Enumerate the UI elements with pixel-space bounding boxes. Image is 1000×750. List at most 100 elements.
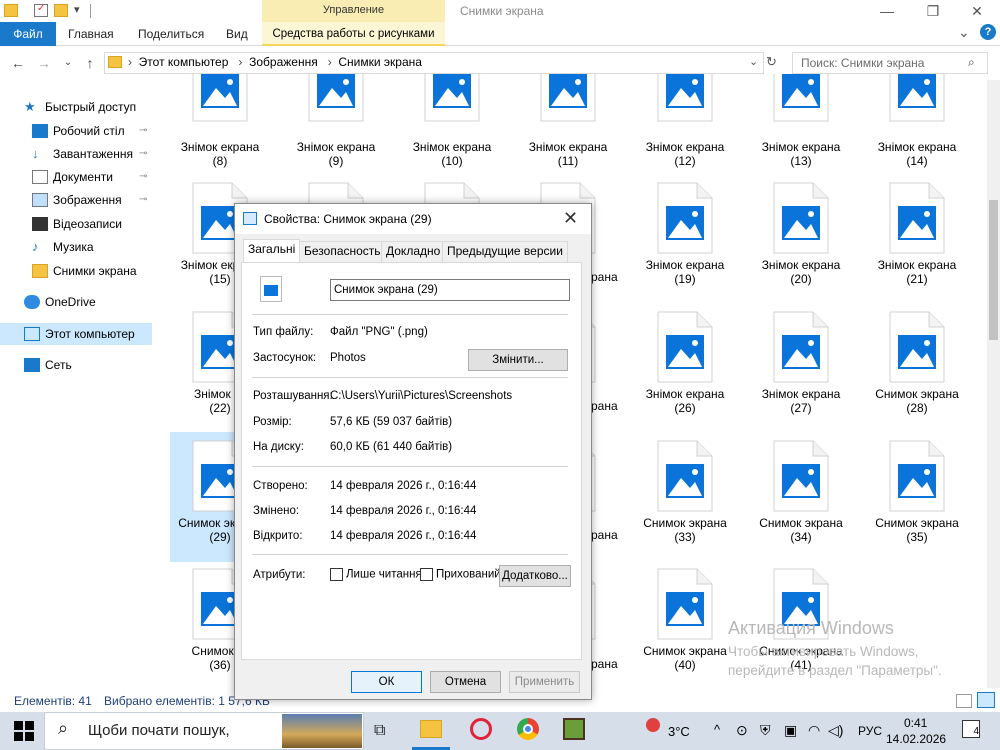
wifi-icon[interactable]: ◠ bbox=[808, 722, 820, 739]
tab-home[interactable]: Главная bbox=[68, 22, 114, 46]
pin-icon[interactable]: ⊸ bbox=[139, 148, 147, 159]
language-indicator[interactable]: РУС bbox=[858, 724, 882, 738]
nav-item-4[interactable]: Документи bbox=[32, 166, 113, 188]
address-dropdown-icon[interactable]: ⌄ bbox=[749, 55, 758, 68]
back-arrow-icon[interactable]: ← bbox=[8, 53, 28, 73]
close-button[interactable]: ✕ bbox=[954, 0, 1000, 22]
maximize-button[interactable]: ❐ bbox=[910, 0, 956, 22]
weather-alert-icon[interactable] bbox=[646, 718, 660, 732]
nav-item-9[interactable]: OneDrive bbox=[24, 291, 96, 313]
tab-picture-tools[interactable]: Средства работы с рисунками bbox=[262, 22, 445, 46]
nav-item-label: Документи bbox=[53, 170, 113, 184]
minecraft-icon[interactable] bbox=[563, 718, 585, 740]
properties-icon[interactable]: ✓ bbox=[34, 3, 48, 17]
file-tile[interactable]: Знімок екрана (27) bbox=[751, 311, 851, 439]
pin-icon[interactable]: ⊸ bbox=[139, 194, 147, 205]
file-tile[interactable]: Снимок экрана (34) bbox=[751, 440, 851, 568]
large-icons-view-icon[interactable] bbox=[977, 692, 995, 708]
hidden-checkbox[interactable]: Прихований bbox=[420, 568, 501, 581]
nav-item-6[interactable]: Відеозаписи bbox=[32, 213, 122, 235]
manage-contextual-tab[interactable]: Управление bbox=[262, 0, 445, 22]
qat-dropdown-icon[interactable]: ▾ bbox=[74, 3, 80, 16]
breadcrumb-screenshots[interactable]: Снимки экрана bbox=[338, 55, 422, 69]
file-tile[interactable]: Знімок екрана (20) bbox=[751, 182, 851, 310]
windows-start-icon[interactable] bbox=[14, 721, 34, 741]
nav-item-3[interactable]: ↓ Завантаження bbox=[32, 143, 133, 165]
file-tile[interactable]: Снимок экрана (33) bbox=[635, 440, 735, 568]
image-file-icon bbox=[889, 74, 945, 122]
cancel-button[interactable]: Отмена bbox=[430, 671, 501, 693]
nav-item-5[interactable]: Зображення bbox=[32, 189, 122, 211]
vertical-scrollbar[interactable] bbox=[987, 80, 1000, 688]
tab-previous-versions[interactable]: Предыдущие версии bbox=[442, 241, 568, 262]
forward-arrow-icon[interactable]: → bbox=[34, 53, 54, 73]
breadcrumb[interactable]: › Этот компьютер › Зображення › Снимки э… bbox=[128, 55, 422, 69]
pin-icon[interactable]: ⊸ bbox=[139, 125, 147, 136]
weather-temperature[interactable]: 3°C bbox=[668, 724, 690, 739]
scrollbar-thumb[interactable] bbox=[989, 200, 998, 340]
breadcrumb-pictures[interactable]: Зображення bbox=[249, 55, 318, 69]
dialog-close-button[interactable]: ✕ bbox=[563, 208, 578, 229]
checkbox-box[interactable] bbox=[330, 568, 343, 581]
recent-locations-icon[interactable]: ⌄ bbox=[58, 53, 78, 73]
tab-details[interactable]: Докладно bbox=[381, 241, 446, 262]
tray-expand-icon[interactable]: ^ bbox=[714, 722, 720, 737]
task-view-icon[interactable]: ⧉ bbox=[374, 722, 385, 740]
chrome-icon[interactable] bbox=[517, 718, 539, 740]
clock-date[interactable]: 14.02.2026 bbox=[886, 732, 946, 746]
breadcrumb-this-pc[interactable]: Этот компьютер bbox=[139, 55, 229, 69]
file-tile[interactable]: Знімок екрана (26) bbox=[635, 311, 735, 439]
tab-general[interactable]: Загальні bbox=[243, 239, 301, 263]
properties-dialog: Свойства: Снимок экрана (29) ✕ Загальні … bbox=[234, 203, 592, 700]
pin-icon[interactable]: ⊸ bbox=[139, 171, 147, 182]
desktop-icon bbox=[32, 123, 48, 138]
file-explorer-taskbar-icon[interactable] bbox=[420, 720, 442, 738]
nav-item-10[interactable]: Этот компьютер bbox=[24, 323, 135, 345]
nav-item-2[interactable]: Робочий стіл bbox=[32, 120, 125, 142]
readonly-checkbox[interactable]: Лише читання bbox=[330, 568, 422, 581]
tab-share[interactable]: Поделиться bbox=[138, 22, 204, 46]
filename-field[interactable]: Снимок экрана (29) bbox=[330, 279, 570, 301]
advanced-button[interactable]: Додатково... bbox=[499, 565, 571, 587]
checkbox-box[interactable] bbox=[420, 568, 433, 581]
nav-item-11[interactable]: Сеть bbox=[24, 354, 72, 376]
tab-file[interactable]: Файл bbox=[0, 22, 56, 46]
tray-security-icon[interactable]: ⛨ bbox=[760, 722, 771, 739]
tray-app-icon[interactable]: ⊙ bbox=[736, 722, 748, 739]
nav-item-7[interactable]: ♪ Музика bbox=[32, 236, 94, 258]
clock-time[interactable]: 0:41 bbox=[904, 716, 927, 730]
ribbon-collapse-icon[interactable]: ⌄ bbox=[958, 24, 970, 41]
nav-item-8[interactable]: Снимки экрана bbox=[32, 260, 137, 282]
file-name-label: Снимок экрана (40) bbox=[643, 644, 727, 672]
file-tile[interactable]: Знімок екрана (19) bbox=[635, 182, 735, 310]
up-arrow-icon[interactable]: ↑ bbox=[80, 53, 100, 73]
volume-icon[interactable]: ◁) bbox=[828, 722, 843, 739]
new-folder-icon[interactable] bbox=[54, 4, 68, 17]
help-icon[interactable]: ? bbox=[980, 24, 996, 40]
file-tile[interactable]: Снимок экрана (40) bbox=[635, 568, 735, 696]
location-label: Розташування: bbox=[253, 390, 333, 402]
opera-icon[interactable] bbox=[470, 718, 492, 740]
tray-monitor-icon[interactable]: ▣ bbox=[784, 722, 797, 739]
tab-security[interactable]: Безопасность bbox=[299, 241, 386, 262]
apply-button[interactable]: Применить bbox=[509, 671, 580, 693]
nav-item-1[interactable]: ★ Быстрый доступ bbox=[24, 96, 136, 118]
image-file-icon bbox=[192, 74, 248, 122]
cloud-icon bbox=[24, 294, 40, 309]
refresh-icon[interactable]: ↻ bbox=[766, 54, 777, 70]
search-input[interactable]: Поиск: Снимки экрана bbox=[792, 52, 988, 74]
details-view-icon[interactable] bbox=[956, 694, 972, 708]
dialog-title: Свойства: Снимок экрана (29) bbox=[264, 212, 432, 226]
minimize-button[interactable]: — bbox=[864, 0, 910, 22]
file-tile[interactable]: Знімок екрана (21) bbox=[867, 182, 967, 310]
tab-view[interactable]: Вид bbox=[226, 22, 248, 46]
documents-icon bbox=[32, 169, 48, 184]
file-tile[interactable]: Снимок экрана (35) bbox=[867, 440, 967, 568]
ok-button[interactable]: ОК bbox=[351, 671, 422, 693]
notification-center-icon[interactable]: 4 bbox=[962, 720, 980, 738]
change-button[interactable]: Змінити... bbox=[468, 349, 568, 371]
file-name-label: Знімок екрана (12) bbox=[645, 140, 725, 168]
file-name-label: Знімок екрана (10) bbox=[412, 140, 492, 168]
separator bbox=[252, 466, 568, 467]
file-tile[interactable]: Снимок экрана (28) bbox=[867, 311, 967, 439]
